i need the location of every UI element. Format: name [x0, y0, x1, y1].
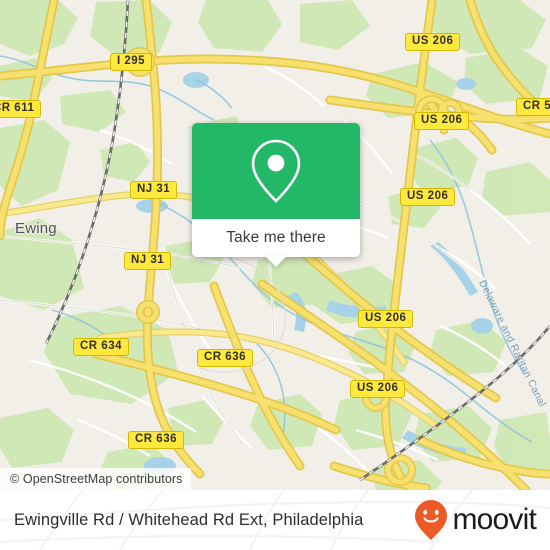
footer-bar: Ewingville Rd / Whitehead Rd Ext, Philad… — [0, 490, 550, 550]
road-shield-nj31-lower: NJ 31 — [124, 252, 172, 270]
road-shield-cr634: CR 634 — [73, 338, 129, 356]
road-shield-cr636-upper: CR 636 — [197, 349, 253, 367]
station-name-title: Ewingville Rd / Whitehead Rd Ext, Philad… — [14, 511, 364, 529]
callout-pin-panel — [192, 123, 360, 219]
take-me-there-label: Take me there — [226, 229, 326, 246]
road-shield-us206-upper: US 206 — [414, 112, 470, 130]
moovit-wordmark: moovit — [452, 503, 536, 536]
moovit-station-map-page: I 295 US 206 CR 611 US 206 CR 5 NJ 31 US… — [0, 0, 550, 550]
place-label-ewing: Ewing — [15, 220, 57, 237]
road-shield-us206-mid: US 206 — [400, 188, 456, 206]
road-shield-cr636-lower: CR 636 — [128, 431, 184, 449]
callout-cta-panel[interactable]: Take me there — [192, 219, 360, 267]
map-canvas[interactable]: I 295 US 206 CR 611 US 206 CR 5 NJ 31 US… — [0, 0, 550, 490]
road-shield-us206-south: US 206 — [350, 380, 406, 398]
moovit-pin-smiley-icon — [415, 500, 448, 540]
map-pin-icon — [251, 139, 301, 203]
road-shield-us206-north: US 206 — [405, 33, 461, 51]
openstreetmap-attribution[interactable]: © OpenStreetMap contributors — [0, 468, 191, 490]
road-shield-cr611: CR 611 — [0, 100, 42, 118]
road-shield-i295: I 295 — [110, 53, 153, 71]
road-shield-nj31-upper: NJ 31 — [130, 181, 178, 199]
road-shield-us206-center: US 206 — [358, 310, 414, 328]
road-shield-cr5: CR 5 — [516, 98, 550, 116]
callout-tail-pointer — [265, 256, 287, 267]
moovit-brand-logo[interactable]: moovit — [414, 490, 537, 550]
destination-callout-card[interactable]: Take me there — [192, 123, 360, 267]
